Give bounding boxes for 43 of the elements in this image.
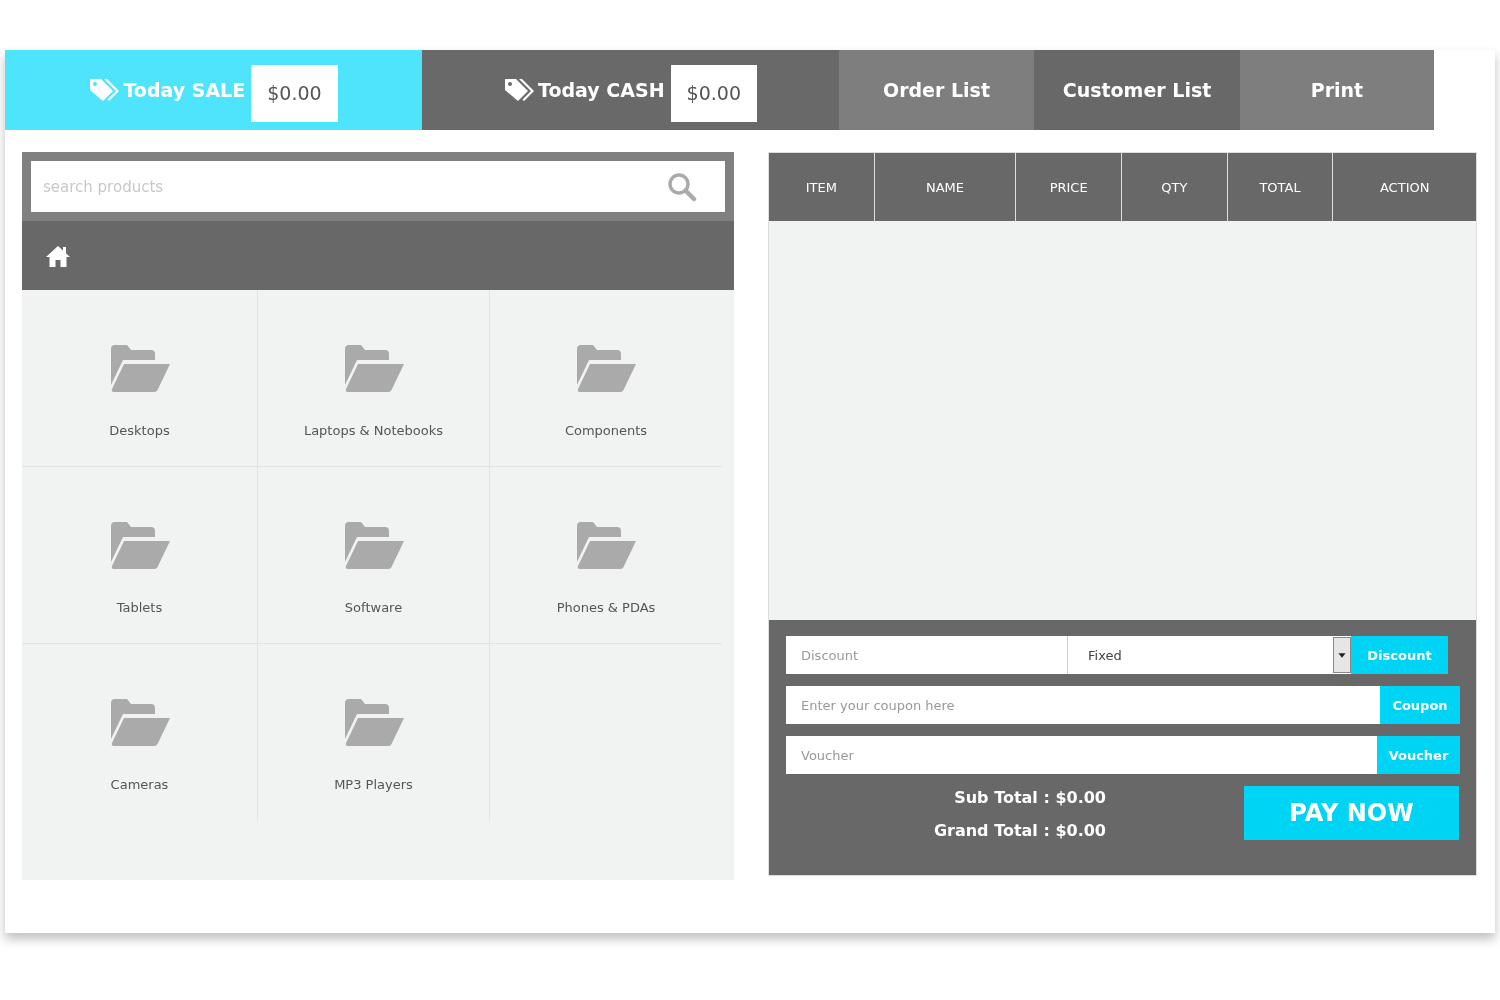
tags-icon: [89, 77, 122, 103]
category-tile[interactable]: MP3 Players: [258, 644, 490, 821]
category-label: Laptops & Notebooks: [303, 423, 444, 438]
nav-button[interactable]: Customer List: [1034, 50, 1240, 130]
category-label: MP3 Players: [334, 777, 413, 792]
nav-button[interactable]: Order List: [839, 50, 1034, 130]
folder-icon: [342, 345, 405, 393]
grand-total: Grand Total : $0.00: [933, 821, 1106, 840]
category-tile[interactable]: Components: [490, 290, 722, 467]
folder-icon: [342, 699, 405, 747]
category-tile[interactable]: Software: [258, 467, 490, 644]
stat-value: $0.00: [670, 64, 757, 122]
category-tile[interactable]: Phones & PDAs: [490, 467, 722, 644]
stat-value: $0.00: [251, 64, 338, 122]
category-label: Software: [344, 600, 403, 615]
caret-icon: [1333, 637, 1351, 673]
folder-icon: [108, 699, 171, 747]
category-label: Tablets: [116, 600, 163, 615]
sub-total: Sub Total : $0.00: [954, 788, 1106, 807]
coupon-field[interactable]: Enter your coupon here: [786, 686, 1380, 724]
tags-icon: [504, 77, 536, 103]
category-label: Desktops: [109, 423, 170, 438]
folder-icon: [108, 345, 171, 393]
discount-field[interactable]: Discount: [786, 636, 1068, 674]
category-tile[interactable]: Laptops & Notebooks: [258, 290, 490, 467]
voucher-field[interactable]: Voucher: [786, 736, 1377, 774]
category-tile[interactable]: Desktops: [22, 290, 258, 467]
category-label: Cameras: [110, 777, 169, 792]
category-label: Components: [564, 423, 648, 438]
folder-icon: [575, 522, 637, 570]
category-tile[interactable]: Cameras: [22, 644, 258, 821]
category-tile[interactable]: Tablets: [22, 467, 258, 644]
stat-label: Today SALE: [123, 79, 246, 101]
nav-button[interactable]: Print: [1240, 50, 1434, 130]
folder-icon: [108, 522, 171, 570]
folder-icon: [575, 345, 637, 393]
category-label: Phones & PDAs: [556, 600, 656, 615]
stat-label: Today CASH: [538, 79, 665, 101]
folder-icon: [342, 522, 405, 570]
home-icon[interactable]: [45, 243, 71, 268]
column-header: ACTION: [1378, 178, 1431, 197]
search-icon: [667, 172, 697, 202]
discount-type-select[interactable]: Fixed: [1068, 636, 1351, 674]
